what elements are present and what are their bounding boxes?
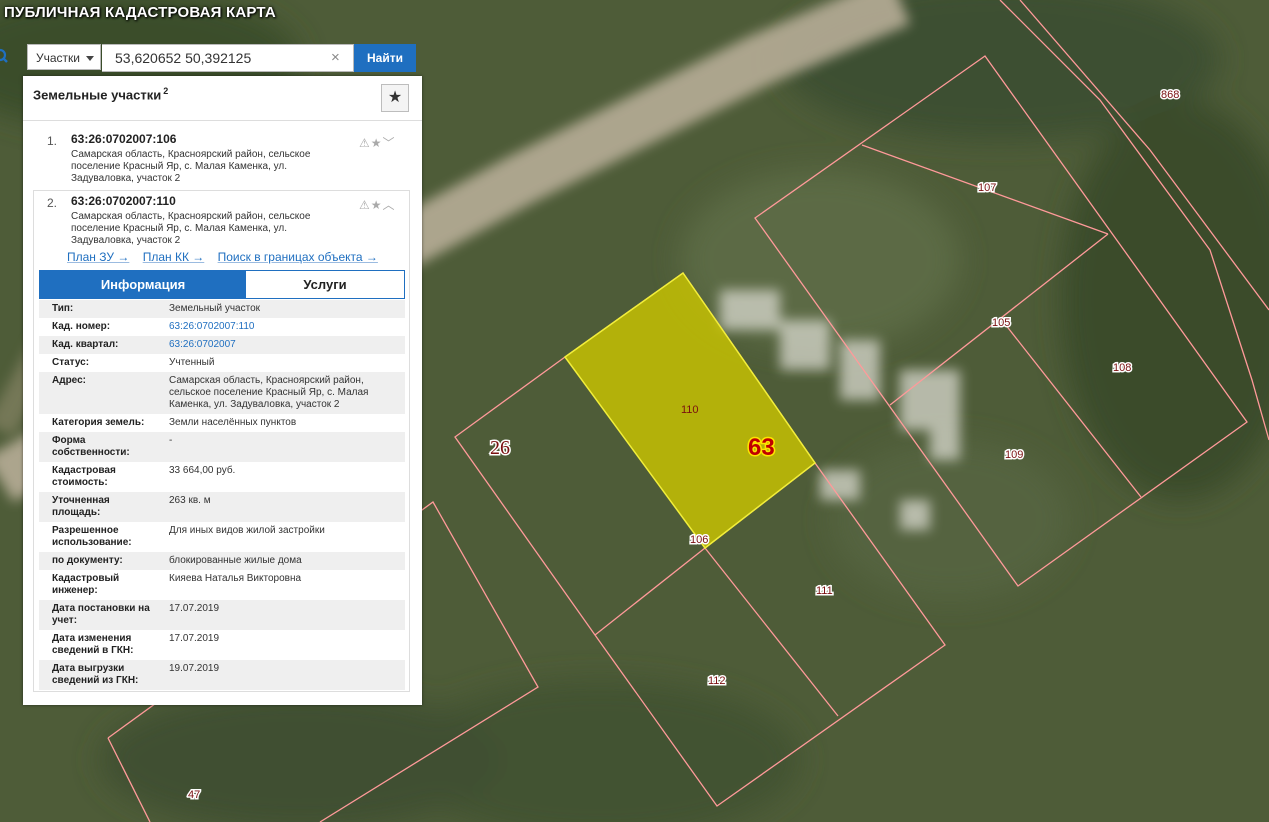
parcel-label-105: 105 xyxy=(992,317,1010,329)
parcel-label-111: 111 xyxy=(816,585,833,597)
parcel-label-108: 108 xyxy=(1113,362,1131,374)
field-value: 17.07.2019 xyxy=(162,600,405,630)
field-value: Для иных видов жилой застройки xyxy=(169,525,325,536)
link-plan-kk[interactable]: План КК → xyxy=(143,250,205,264)
panel-title-text: Земельные участки xyxy=(33,87,162,103)
divider xyxy=(23,120,422,121)
parcel-label-112: 112 xyxy=(708,675,726,687)
field-label: Тип: xyxy=(39,300,162,318)
panel-title: Земельные участки 2 xyxy=(33,86,168,102)
link-plan-zu[interactable]: План ЗУ → xyxy=(67,250,129,264)
star-icon: ★ xyxy=(387,89,403,106)
result-number: 1. xyxy=(47,134,58,148)
search-input[interactable] xyxy=(102,44,354,72)
result-address: Самарская область, Красноярский район, с… xyxy=(71,149,311,184)
field-label: по документу: xyxy=(39,552,162,570)
table-row: Категория земель: Земли населённых пункто… xyxy=(39,414,405,432)
field-label: Кад. номер: xyxy=(52,321,111,332)
table-row: Кад. квартал: 63:26:0702007 xyxy=(39,336,405,354)
result-links: План ЗУ → План КК → Поиск в границах объ… xyxy=(67,250,388,264)
table-row: по документу: блокированные жилые дома xyxy=(39,552,405,570)
field-label: Дата постановки на учет: xyxy=(39,600,162,630)
favorites-button[interactable]: ★ xyxy=(381,84,409,112)
field-label: Категория земель: xyxy=(52,417,145,428)
search-icon[interactable] xyxy=(0,44,14,70)
parcel-label-106: 106 xyxy=(690,534,708,546)
tab-info[interactable]: Информация xyxy=(40,271,246,298)
clear-icon[interactable]: × xyxy=(331,49,340,66)
table-row: Кадастровая стоимость: 33 664,00 руб. xyxy=(39,462,405,492)
info-tabs: Информация Услуги xyxy=(39,270,405,299)
quarter-label-26: 26 xyxy=(490,437,510,459)
result-actions-icons[interactable]: ⚠★︿ xyxy=(359,196,396,213)
table-row: Кад. номер: 63:26:0702007:110 xyxy=(39,318,405,336)
field-label: Форма собственности: xyxy=(39,432,162,462)
result-number: 2. xyxy=(47,196,58,210)
table-row: Дата постановки на учет: 17.07.2019 xyxy=(39,600,405,630)
link-search-in-bounds[interactable]: Поиск в границах объекта → xyxy=(218,250,378,264)
parcel-label-868: 868 xyxy=(1161,89,1179,101)
table-row: Дата изменения сведений в ГКН: 17.07.2019 xyxy=(39,630,405,660)
field-label: Уточненная площадь: xyxy=(39,492,162,522)
field-value: 263 кв. м xyxy=(162,492,405,522)
table-row: Адрес: Самарская область, Красноярский ра… xyxy=(39,372,405,414)
field-label: Дата выгрузки сведений из ГКН: xyxy=(39,660,162,690)
result-cad-number[interactable]: 63:26:0702007:110 xyxy=(71,194,176,208)
tab-services[interactable]: Услуги xyxy=(246,271,404,298)
result-cad-number[interactable]: 63:26:0702007:106 xyxy=(71,132,176,146)
search-type-value: Участки xyxy=(36,51,80,65)
quarter-label-63: 63 xyxy=(748,434,775,461)
field-value: 33 664,00 руб. xyxy=(169,465,236,476)
results-panel: Земельные участки 2 ★ 1. 63:26:0702007:10… xyxy=(23,76,422,705)
field-label: Адрес: xyxy=(39,372,162,414)
search-type-select[interactable]: Участки xyxy=(27,44,101,70)
field-label: Кад. квартал: xyxy=(39,336,162,354)
field-value: Земельный участок xyxy=(162,300,405,318)
field-value: Учтенный xyxy=(169,357,215,368)
info-table: Тип: Земельный участок Кад. номер: 63:26:0… xyxy=(39,300,405,690)
table-row: Тип: Земельный участок xyxy=(39,300,405,318)
table-row: Кадастровый инженер: Кияева Наталья Викто… xyxy=(39,570,405,600)
field-value: Кияева Наталья Викторовна xyxy=(169,573,302,584)
table-row: Уточненная площадь: 263 кв. м xyxy=(39,492,405,522)
chevron-down-icon xyxy=(86,56,94,61)
table-row: Дата выгрузки сведений из ГКН: 19.07.2019 xyxy=(39,660,405,690)
field-value: 19.07.2019 xyxy=(162,660,405,690)
field-value: Земли населённых пунктов xyxy=(169,417,297,428)
parcel-label-109: 109 xyxy=(1005,449,1023,461)
results-count: 2 xyxy=(163,86,169,96)
parcel-label-107: 107 xyxy=(978,182,996,194)
parcel-label-47: 47 xyxy=(188,789,200,801)
table-row: Форма собственности: - xyxy=(39,432,405,462)
field-label: Кадастровая стоимость: xyxy=(52,465,116,488)
search-bar: Участки × Найти xyxy=(27,44,417,72)
field-value: - xyxy=(162,432,405,462)
app-title: ПУБЛИЧНАЯ КАДАСТРОВАЯ КАРТА xyxy=(4,4,276,21)
result-actions-icons[interactable]: ⚠★﹀ xyxy=(359,134,396,151)
table-row: Разрешенное использование: Для иных видов… xyxy=(39,522,405,552)
field-label: Дата изменения сведений в ГКН: xyxy=(52,633,134,656)
cad-quarter-link[interactable]: 63:26:0702007 xyxy=(169,339,236,350)
field-value: блокированные жилые дома xyxy=(162,552,405,570)
field-value: 17.07.2019 xyxy=(169,633,220,644)
field-label: Кадастровый инженер: xyxy=(52,573,120,596)
field-label: Разрешенное использование: xyxy=(52,525,132,548)
field-value: Самарская область, Красноярский район, с… xyxy=(162,372,405,414)
field-label: Статус: xyxy=(52,357,90,368)
find-button[interactable]: Найти xyxy=(354,44,416,72)
result-address: Самарская область, Красноярский район, с… xyxy=(71,211,311,246)
parcel-label-110: 110 xyxy=(681,404,699,416)
cad-number-link[interactable]: 63:26:0702007:110 xyxy=(169,321,254,332)
table-row: Статус: Учтенный xyxy=(39,354,405,372)
